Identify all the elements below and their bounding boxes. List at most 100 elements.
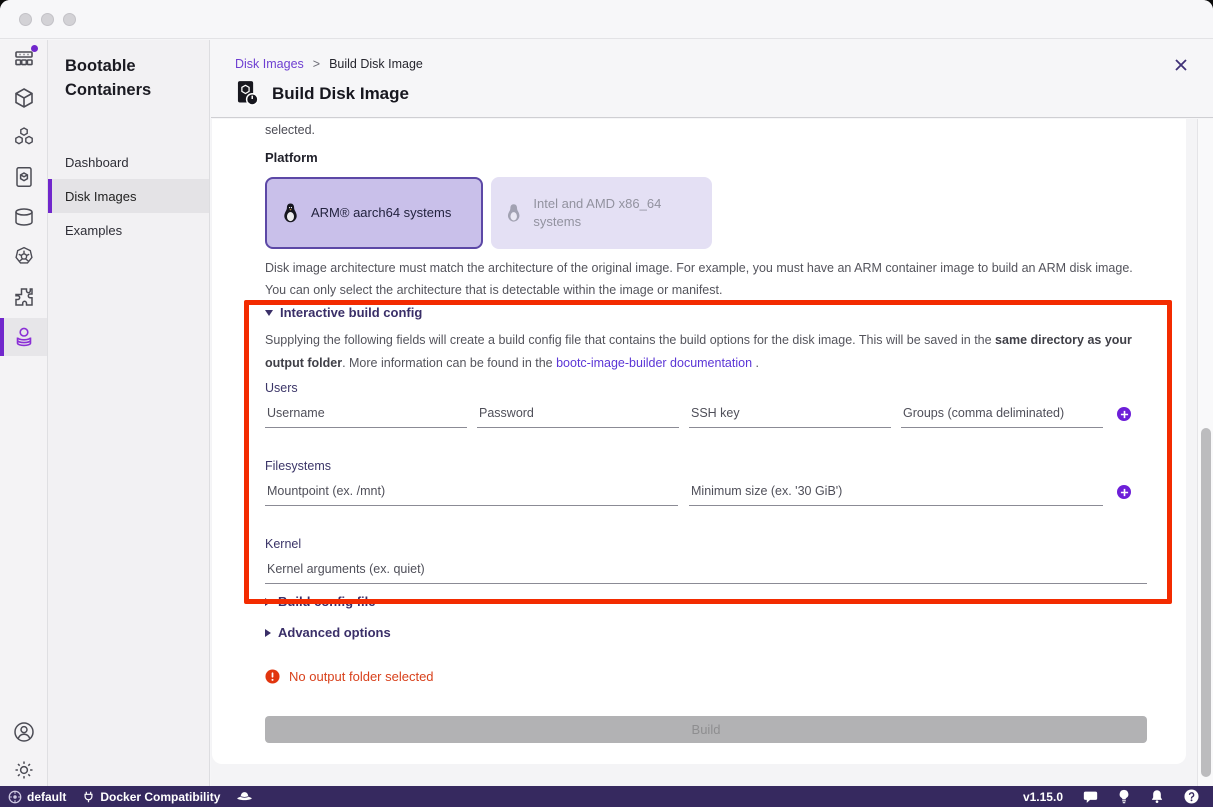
sidebar-item-disk-images[interactable]: Disk Images bbox=[48, 179, 209, 213]
rail-item-kubernetes[interactable] bbox=[0, 238, 47, 276]
tasks-button[interactable] bbox=[1118, 789, 1130, 804]
add-user-button[interactable] bbox=[1117, 407, 1131, 421]
error-icon bbox=[265, 669, 280, 684]
disk-image-icon bbox=[235, 80, 260, 107]
kube-context-selector[interactable]: default bbox=[8, 790, 66, 804]
breadcrumb: Disk Images > Build Disk Image bbox=[235, 57, 423, 71]
sidebar-item-examples[interactable]: Examples bbox=[48, 213, 209, 247]
page-header: Disk Images > Build Disk Image Build Dis… bbox=[211, 40, 1213, 118]
error-message: No output folder selected bbox=[289, 669, 434, 684]
breadcrumb-separator: > bbox=[313, 57, 320, 71]
kube-context-icon bbox=[8, 790, 22, 804]
window-close-button[interactable] bbox=[19, 13, 32, 26]
scrollbar-track[interactable] bbox=[1197, 119, 1213, 786]
help-button[interactable] bbox=[1184, 789, 1199, 804]
volumes-icon bbox=[12, 205, 36, 229]
build-form-card: selected. Platform ARM® aarch64 systems … bbox=[212, 119, 1186, 764]
pods-icon bbox=[12, 125, 36, 149]
sidebar-item-label: Disk Images bbox=[65, 189, 137, 204]
linux-tux-icon bbox=[504, 201, 523, 226]
close-icon[interactable] bbox=[1173, 57, 1189, 73]
rail-item-dashboard[interactable] bbox=[0, 40, 47, 78]
filesystems-label: Filesystems bbox=[265, 459, 331, 473]
build-config-file-header[interactable]: Build config file bbox=[265, 594, 376, 609]
help-icon bbox=[1184, 789, 1199, 804]
plug-icon bbox=[82, 790, 95, 804]
podman-hat-icon bbox=[236, 790, 253, 803]
sidebar-title: Bootable Containers bbox=[65, 54, 195, 102]
status-bar: default Docker Compatibility v1.15.0 bbox=[0, 786, 1213, 807]
groups-field[interactable] bbox=[901, 404, 1103, 428]
lightbulb-icon bbox=[1118, 789, 1130, 804]
add-filesystem-button[interactable] bbox=[1117, 485, 1131, 499]
feedback-button[interactable] bbox=[1083, 790, 1098, 804]
ssh-key-field[interactable] bbox=[689, 404, 891, 428]
platform-label: Platform bbox=[265, 150, 318, 165]
scrollbar-thumb[interactable] bbox=[1201, 428, 1211, 777]
content-area: selected. Platform ARM® aarch64 systems … bbox=[211, 119, 1213, 786]
rail-item-pods[interactable] bbox=[0, 118, 47, 156]
platform-arm-button[interactable]: ARM® aarch64 systems bbox=[265, 177, 483, 249]
breadcrumb-disk-images-link[interactable]: Disk Images bbox=[235, 57, 304, 71]
kubernetes-icon bbox=[12, 245, 36, 269]
rail-item-containers[interactable] bbox=[0, 79, 47, 117]
plus-icon bbox=[1120, 410, 1129, 419]
platform-arm-label: ARM® aarch64 systems bbox=[311, 204, 451, 222]
kernel-field-row bbox=[265, 560, 1147, 584]
extension-sidebar: Bootable Containers Dashboard Disk Image… bbox=[48, 40, 210, 786]
app-version: v1.15.0 bbox=[1023, 790, 1063, 804]
puzzle-icon bbox=[12, 285, 36, 309]
docker-compatibility-label: Docker Compatibility bbox=[100, 790, 220, 804]
interactive-build-config-header[interactable]: Interactive build config bbox=[265, 305, 422, 320]
window-zoom-button[interactable] bbox=[63, 13, 76, 26]
advanced-options-header[interactable]: Advanced options bbox=[265, 625, 391, 640]
mountpoint-field[interactable] bbox=[265, 482, 678, 506]
images-icon bbox=[12, 165, 36, 189]
users-field-row bbox=[265, 404, 1103, 428]
rail-item-account[interactable] bbox=[0, 713, 47, 751]
chevron-right-icon bbox=[265, 598, 271, 606]
sidebar-item-dashboard[interactable]: Dashboard bbox=[48, 145, 209, 179]
breadcrumb-current: Build Disk Image bbox=[329, 57, 423, 71]
kernel-arguments-field[interactable] bbox=[265, 560, 1147, 584]
interactive-build-config-title: Interactive build config bbox=[280, 305, 422, 320]
rail-item-bootable-containers[interactable] bbox=[0, 318, 47, 356]
notification-dot bbox=[31, 45, 38, 52]
rail-item-extensions[interactable] bbox=[0, 278, 47, 316]
account-icon bbox=[12, 720, 36, 744]
architecture-note: Disk image architecture must match the a… bbox=[265, 257, 1155, 301]
docker-compatibility-button[interactable]: Docker Compatibility bbox=[82, 790, 220, 804]
feedback-bubble-icon bbox=[1083, 790, 1098, 804]
users-label: Users bbox=[265, 381, 298, 395]
description-text: . bbox=[752, 356, 759, 370]
chevron-right-icon bbox=[265, 629, 271, 637]
rail-item-volumes[interactable] bbox=[0, 198, 47, 236]
nav-rail bbox=[0, 40, 48, 786]
username-field[interactable] bbox=[265, 404, 467, 428]
password-field[interactable] bbox=[477, 404, 679, 428]
notifications-button[interactable] bbox=[1150, 789, 1164, 804]
platform-x86-button[interactable]: Intel and AMD x86_64 systems bbox=[491, 177, 712, 249]
build-config-file-title: Build config file bbox=[278, 594, 376, 609]
bootc-image-builder-doc-link[interactable]: bootc-image-builder documentation bbox=[556, 356, 752, 370]
rail-item-images[interactable] bbox=[0, 158, 47, 196]
clipped-scrolled-text: selected. bbox=[265, 123, 315, 137]
platform-options: ARM® aarch64 systems Intel and AMD x86_6… bbox=[265, 177, 712, 249]
build-button[interactable]: Build bbox=[265, 716, 1147, 743]
plus-icon bbox=[1120, 488, 1129, 497]
description-text: Supplying the following fields will crea… bbox=[265, 333, 995, 347]
containers-cube-icon bbox=[12, 86, 36, 110]
chevron-down-icon bbox=[265, 310, 273, 316]
rail-item-settings[interactable] bbox=[0, 751, 47, 789]
page-title: Build Disk Image bbox=[272, 84, 409, 104]
filesystems-field-row bbox=[265, 482, 1103, 506]
kube-context-label: default bbox=[27, 790, 66, 804]
window-minimize-button[interactable] bbox=[41, 13, 54, 26]
description-text: . More information can be found in the bbox=[342, 356, 556, 370]
podman-hat-button[interactable] bbox=[236, 790, 253, 803]
sidebar-item-label: Examples bbox=[65, 223, 122, 238]
bell-icon bbox=[1150, 789, 1164, 804]
bootable-containers-icon bbox=[12, 325, 36, 349]
minimum-size-field[interactable] bbox=[689, 482, 1103, 506]
platform-x86-label: Intel and AMD x86_64 systems bbox=[533, 195, 699, 231]
